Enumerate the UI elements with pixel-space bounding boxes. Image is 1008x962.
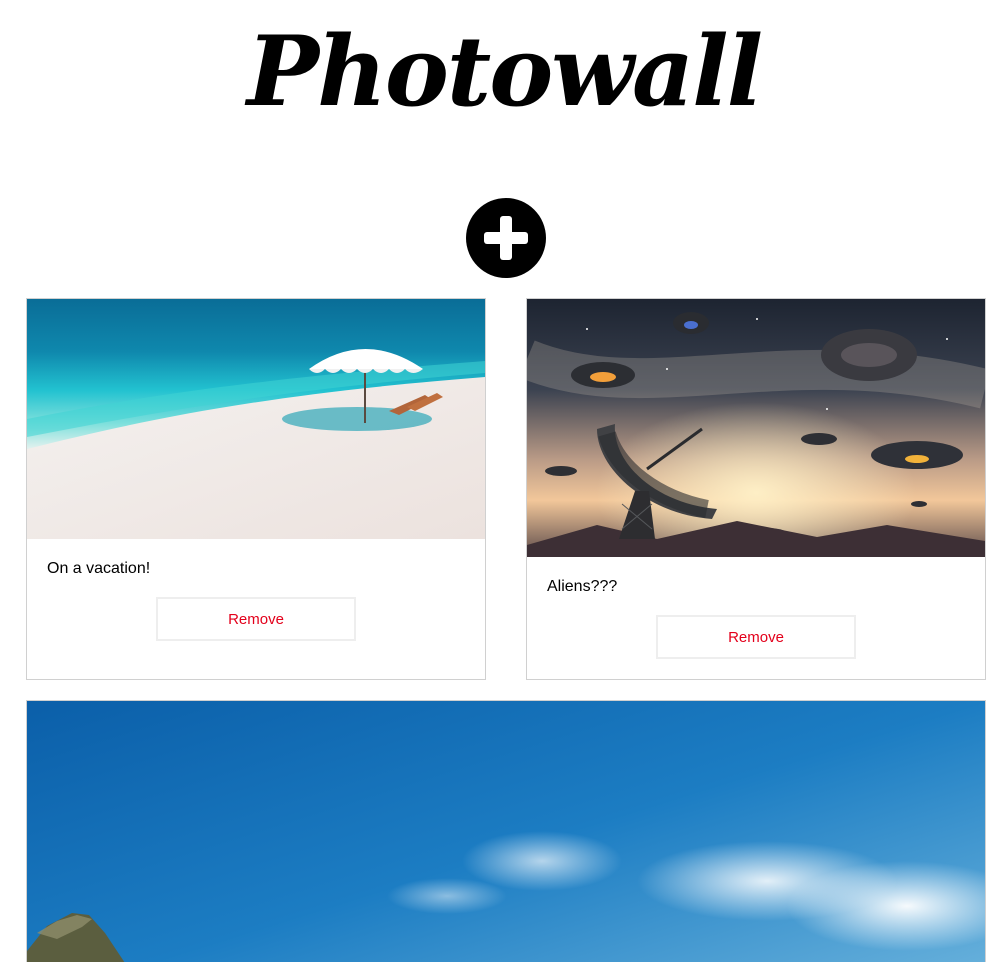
ufo-radio-telescope-photo — [527, 299, 985, 557]
post-caption: On a vacation! — [47, 560, 151, 577]
blue-sky-mountain-photo — [27, 701, 985, 962]
photo-card: On a vacation! Remove — [26, 298, 486, 680]
add-photo-button[interactable] — [466, 198, 546, 278]
photo-card: Aliens??? Remove — [526, 298, 986, 680]
page-title: Photowall — [246, 15, 763, 128]
post-caption: Aliens??? — [547, 578, 618, 595]
remove-button[interactable]: Remove — [156, 597, 356, 641]
photowall-page: Photowall On a vacation! Remove Aliens??… — [0, 0, 1008, 962]
plus-icon — [484, 216, 528, 260]
remove-button[interactable]: Remove — [656, 615, 856, 659]
photo-card — [26, 700, 986, 962]
beach-umbrella-photo — [27, 299, 485, 539]
